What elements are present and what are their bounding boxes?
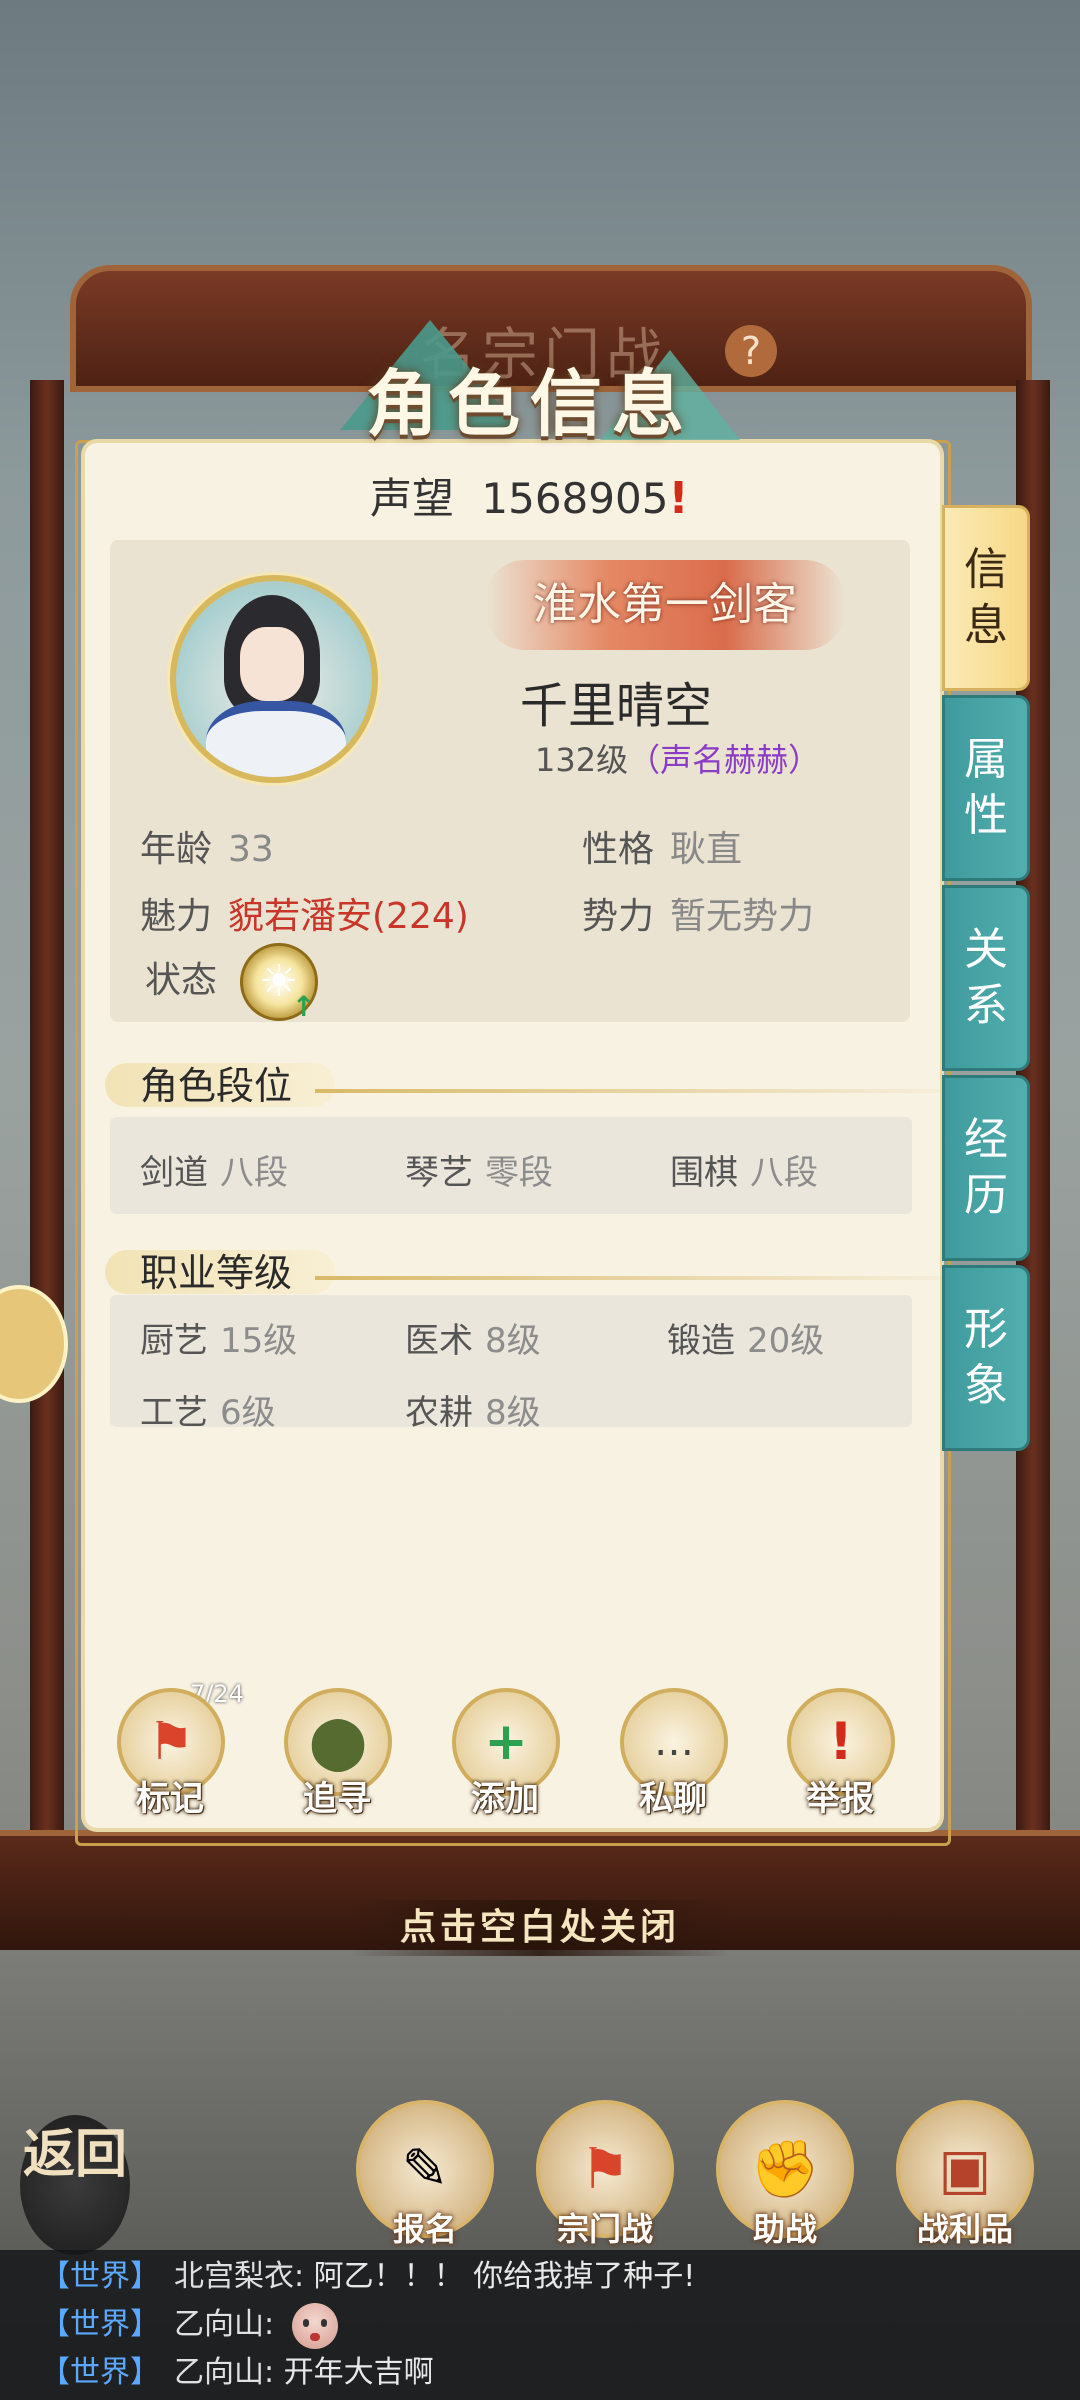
charm-label: 魅力	[140, 896, 213, 937]
nav-signup[interactable]: ✎ 报名	[355, 2100, 495, 2250]
personality-row: 性格 耿直	[582, 820, 742, 872]
faction-value: 暂无势力	[670, 896, 815, 937]
rank-item: 围棋 八段	[670, 1153, 818, 1193]
charm-row: 魅力 貌若潘安(224)	[140, 887, 469, 939]
status-label: 状态	[145, 960, 218, 1001]
tab-history[interactable]: 经历	[942, 1075, 1030, 1261]
tab-relations[interactable]: 关系	[942, 885, 1030, 1071]
rank-item: 剑道 八段	[140, 1153, 288, 1193]
character-level: 132级（声名赫赫）	[535, 735, 820, 781]
faction-row: 势力 暂无势力	[582, 887, 814, 939]
private-chat-button[interactable]: … 私聊	[608, 1680, 738, 1820]
emoji-sticker-icon	[291, 2302, 338, 2349]
track-button[interactable]: ⬤ 追寻	[272, 1680, 402, 1820]
career-item: 医术 8级	[405, 1321, 541, 1361]
reputation: 声望 1568905!	[370, 465, 689, 526]
chat-line: 【世界】 北宫梨衣: 阿乙！！！ 你给我掉了种子!	[40, 2259, 696, 2294]
character-name: 千里晴空	[520, 678, 713, 734]
tab-attributes[interactable]: 属性	[942, 695, 1030, 881]
gate-pillar-left	[30, 380, 64, 1920]
character-title-badge: 淮水第一剑客	[485, 560, 845, 650]
personality-value: 耿直	[670, 829, 743, 870]
section-divider	[315, 1089, 995, 1093]
tab-info[interactable]: 信息	[942, 505, 1030, 691]
age-row: 年龄 33	[140, 820, 274, 872]
reputation-info-icon[interactable]: !	[668, 473, 688, 524]
personality-label: 性格	[582, 829, 655, 870]
rank-section-header: 角色段位	[105, 1045, 995, 1108]
nav-sect-war[interactable]: ⚑ 宗门战	[535, 2100, 675, 2250]
faction-label: 势力	[582, 896, 655, 937]
chat-line: 【世界】 乙向山:	[40, 2302, 338, 2349]
avatar-robe	[206, 701, 346, 777]
world-chat[interactable]: 【世界】 北宫梨衣: 阿乙！！！ 你给我掉了种子! 【世界】 乙向山: 【世界】 乙向…	[0, 2250, 1080, 2400]
age-value: 33	[228, 829, 274, 870]
rank-item: 琴艺 零段	[405, 1153, 553, 1193]
career-section-header: 职业等级	[105, 1232, 995, 1295]
reputation-value: 1568905	[481, 474, 669, 523]
career-section-title: 职业等级	[140, 1251, 293, 1295]
avatar[interactable]	[170, 575, 378, 783]
mark-button[interactable]: ⚑ 标记	[105, 1680, 235, 1820]
career-item: 锻造 20级	[667, 1321, 825, 1361]
section-divider	[315, 1276, 995, 1280]
fame-status: （声名赫赫）	[628, 741, 821, 779]
status-row: 状态	[145, 951, 217, 1003]
career-item: 农耕 8级	[405, 1393, 541, 1433]
back-button[interactable]: 返回	[20, 2115, 130, 2255]
add-friend-button[interactable]: + 添加	[440, 1680, 570, 1820]
nav-assist[interactable]: ✊ 助战	[715, 2100, 855, 2250]
career-item: 厨艺 15级	[140, 1321, 298, 1361]
age-label: 年龄	[140, 829, 213, 870]
avatar-face	[240, 627, 304, 701]
close-hint[interactable]: 点击空白处关闭	[350, 1900, 730, 1956]
charm-value: 貌若潘安(224)	[228, 896, 469, 937]
career-item: 工艺 6级	[140, 1393, 276, 1433]
rank-section-title: 角色段位	[140, 1064, 293, 1108]
report-button[interactable]: ! 举报	[775, 1680, 905, 1820]
tab-appearance[interactable]: 形象	[942, 1265, 1030, 1451]
up-arrow-icon: ↑	[292, 990, 316, 1023]
reputation-label: 声望	[370, 474, 455, 523]
level-value: 132级	[535, 741, 629, 779]
nav-loot[interactable]: ▣ 战利品	[895, 2100, 1035, 2250]
panel-title: 角色信息	[365, 361, 694, 446]
chat-line: 【世界】 乙向山: 开年大吉啊	[40, 2355, 434, 2390]
